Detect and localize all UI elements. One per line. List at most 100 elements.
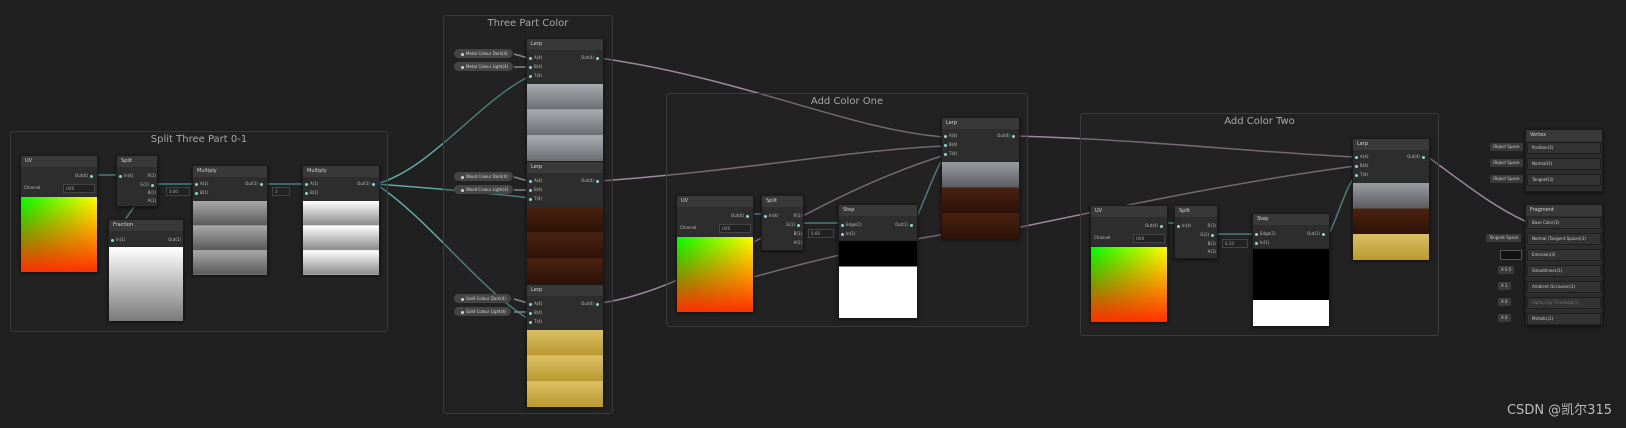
fraction-out-port[interactable]: Out(1) bbox=[168, 237, 181, 243]
split-in-port[interactable]: In(4) bbox=[1175, 223, 1191, 229]
step-edge-input[interactable]: 0.66 bbox=[808, 229, 834, 238]
lerp-metal-node[interactable]: Lerp A(4) B(4) T(4) Out(4) bbox=[526, 38, 604, 161]
lerp-t-port[interactable]: T(4) bbox=[527, 319, 542, 325]
multiply-node-2[interactable]: Multiply A(1) B(1) Out(1) bbox=[302, 165, 380, 275]
fragment-metallic-row[interactable]: Metallic(1) bbox=[1527, 313, 1601, 325]
split-r-port[interactable]: R(1) bbox=[1208, 223, 1216, 229]
mult2-out-port[interactable]: Out(1) bbox=[357, 181, 377, 187]
split-a-port[interactable]: A(1) bbox=[1208, 249, 1216, 255]
split-node-3[interactable]: Split In(4) R(1) G(1) B(1) A(1) bbox=[1174, 205, 1218, 259]
vertex-tangent-space[interactable]: Object Space bbox=[1490, 175, 1523, 183]
step-in-port[interactable]: In(1) bbox=[1253, 240, 1269, 246]
lerp-t-port[interactable]: T(4) bbox=[527, 196, 542, 202]
fragment-emission-row[interactable]: Emission(3) bbox=[1527, 249, 1601, 261]
mult-out-port[interactable]: Out(1) bbox=[245, 181, 265, 187]
lerp-out-port[interactable]: Out(4) bbox=[581, 178, 601, 184]
fragment-alpha-clip-value[interactable]: X 0 bbox=[1498, 298, 1511, 306]
lerp-b-port[interactable]: B(4) bbox=[527, 187, 542, 193]
property-gold-light[interactable]: Gold Colour Light(4) bbox=[454, 307, 512, 316]
split-b-port[interactable]: B(1) bbox=[1208, 241, 1216, 247]
uv-out-port[interactable]: Out(4) bbox=[75, 173, 95, 179]
lerp-gold-node[interactable]: Lerp A(4) B(4) T(4) Out(4) bbox=[526, 284, 604, 407]
fragment-ao-value[interactable]: X 1 bbox=[1498, 282, 1511, 290]
split-a-port[interactable]: A(1) bbox=[794, 240, 802, 246]
fragment-normal-space[interactable]: Tangent Space bbox=[1486, 234, 1522, 242]
mult2-b-port[interactable]: B(1) bbox=[303, 190, 318, 196]
mult-b-input[interactable]: 3.00 bbox=[166, 187, 190, 196]
fragment-smoothness-row[interactable]: Smoothness(1) bbox=[1527, 265, 1601, 277]
lerp-add-one-node[interactable]: Lerp A(4) B(4) T(4) Out(4) bbox=[941, 117, 1020, 239]
fraction-node[interactable]: Fraction In(1) Out(1) bbox=[108, 219, 184, 321]
split-r-port[interactable]: R(1) bbox=[794, 213, 802, 219]
property-metal-dark[interactable]: Metal Colour Dark(4) bbox=[454, 49, 513, 58]
lerp-out-port[interactable]: Out(4) bbox=[997, 133, 1017, 139]
split-in-port[interactable]: In(4) bbox=[762, 213, 778, 219]
uv-node-3[interactable]: UV Out(4) Channel UV0 bbox=[1090, 205, 1168, 322]
lerp-a-port[interactable]: A(4) bbox=[527, 301, 542, 307]
split-a-port[interactable]: A(1) bbox=[148, 198, 156, 204]
fragment-ao-row[interactable]: Ambient Occlusion(1) bbox=[1527, 281, 1601, 293]
step-out-port[interactable]: Out(1) bbox=[1307, 231, 1327, 237]
mult-a-port[interactable]: A(1) bbox=[193, 181, 208, 187]
split-node[interactable]: Split In(4) R(1) G(1) B(1) A(1) bbox=[116, 155, 158, 207]
fraction-in-port[interactable]: In(1) bbox=[109, 237, 125, 243]
step-node-2[interactable]: Step Edge(1) In(1) Out(1) bbox=[1252, 213, 1330, 326]
step-edge-port[interactable]: Edge(1) bbox=[1253, 231, 1276, 237]
fragment-base-color-row[interactable]: Base Color(3) bbox=[1527, 217, 1601, 229]
mult2-a-port[interactable]: A(1) bbox=[303, 181, 318, 187]
lerp-b-port[interactable]: B(4) bbox=[527, 64, 542, 70]
vertex-normal-row[interactable]: Normal(3) bbox=[1527, 158, 1601, 170]
split-g-port[interactable]: G(1) bbox=[786, 222, 802, 228]
lerp-b-port[interactable]: B(4) bbox=[1353, 163, 1368, 169]
step-out-port[interactable]: Out(1) bbox=[895, 222, 915, 228]
fragment-smoothness-value[interactable]: X 0.5 bbox=[1498, 266, 1515, 274]
lerp-add-two-node[interactable]: Lerp A(4) B(4) T(4) Out(4) bbox=[1352, 138, 1430, 260]
multiply-node-1[interactable]: Multiply A(1) B(1) Out(1) bbox=[192, 165, 268, 275]
lerp-a-port[interactable]: A(4) bbox=[527, 55, 542, 61]
uv-out-port[interactable]: Out(4) bbox=[731, 213, 751, 219]
split-g-port[interactable]: G(1) bbox=[140, 182, 156, 188]
vertex-position-row[interactable]: Position(3) bbox=[1527, 142, 1601, 154]
uv-channel-select[interactable]: UV0 bbox=[719, 224, 751, 233]
split-b-port[interactable]: B(1) bbox=[148, 190, 156, 196]
lerp-out-port[interactable]: Out(4) bbox=[581, 55, 601, 61]
vertex-normal-space[interactable]: Object Space bbox=[1490, 159, 1523, 167]
uv-node[interactable]: UV Out(4) Channel UV0 bbox=[20, 155, 98, 272]
fragment-normal-row[interactable]: Normal (Tangent Space)(3) bbox=[1527, 233, 1601, 245]
lerp-a-port[interactable]: A(4) bbox=[527, 178, 542, 184]
property-metal-light[interactable]: Metal Colour Light(4) bbox=[454, 62, 514, 71]
property-wood-dark[interactable]: Wood Colour Dark(4) bbox=[454, 172, 513, 181]
vertex-position-space[interactable]: Object Space bbox=[1490, 143, 1523, 151]
lerp-a-port[interactable]: A(4) bbox=[1353, 154, 1368, 160]
fragment-alpha-clip-row[interactable]: Alpha Clip Threshold(1) bbox=[1527, 297, 1601, 309]
lerp-t-port[interactable]: T(4) bbox=[942, 151, 957, 157]
step-edge-port[interactable]: Edge(1) bbox=[839, 222, 862, 228]
step2-edge-input[interactable]: 0.33 bbox=[1222, 239, 1248, 248]
lerp-out-port[interactable]: Out(4) bbox=[581, 301, 601, 307]
property-wood-light[interactable]: Wood Colour Light(4) bbox=[454, 185, 514, 194]
split-r-port[interactable]: R(1) bbox=[148, 173, 156, 179]
lerp-t-port[interactable]: T(4) bbox=[1353, 172, 1368, 178]
lerp-b-port[interactable]: B(4) bbox=[942, 142, 957, 148]
uv-channel-select[interactable]: UV0 bbox=[1133, 234, 1165, 243]
mult-b-port[interactable]: B(1) bbox=[193, 190, 208, 196]
lerp-b-port[interactable]: B(4) bbox=[527, 310, 542, 316]
lerp-a-port[interactable]: A(4) bbox=[942, 133, 957, 139]
split-in-port[interactable]: In(4) bbox=[117, 173, 133, 179]
lerp-wood-node[interactable]: Lerp A(4) B(4) T(4) Out(4) bbox=[526, 161, 604, 284]
split-node-2[interactable]: Split In(4) R(1) G(1) B(1) A(1) bbox=[761, 195, 804, 251]
uv-node-2[interactable]: UV Out(4) Channel UV0 bbox=[676, 195, 754, 312]
lerp-out-port[interactable]: Out(4) bbox=[1407, 154, 1427, 160]
property-gold-dark[interactable]: Gold Colour Dark(4) bbox=[454, 294, 511, 303]
mult2-b-input[interactable]: 3 bbox=[272, 187, 290, 196]
split-g-port[interactable]: G(1) bbox=[1200, 232, 1216, 238]
lerp-t-port[interactable]: T(4) bbox=[527, 73, 542, 79]
step-node-1[interactable]: Step Edge(1) In(1) Out(1) bbox=[838, 204, 918, 318]
vertex-tangent-row[interactable]: Tangent(3) bbox=[1527, 174, 1601, 186]
uv-out-port[interactable]: Out(4) bbox=[1145, 223, 1165, 229]
step-in-port[interactable]: In(1) bbox=[839, 231, 855, 237]
fragment-metallic-value[interactable]: X 0 bbox=[1498, 314, 1511, 322]
uv-channel-select[interactable]: UV0 bbox=[63, 184, 95, 193]
split-b-port[interactable]: B(1) bbox=[794, 231, 802, 237]
fragment-emission-swatch[interactable] bbox=[1500, 250, 1522, 260]
